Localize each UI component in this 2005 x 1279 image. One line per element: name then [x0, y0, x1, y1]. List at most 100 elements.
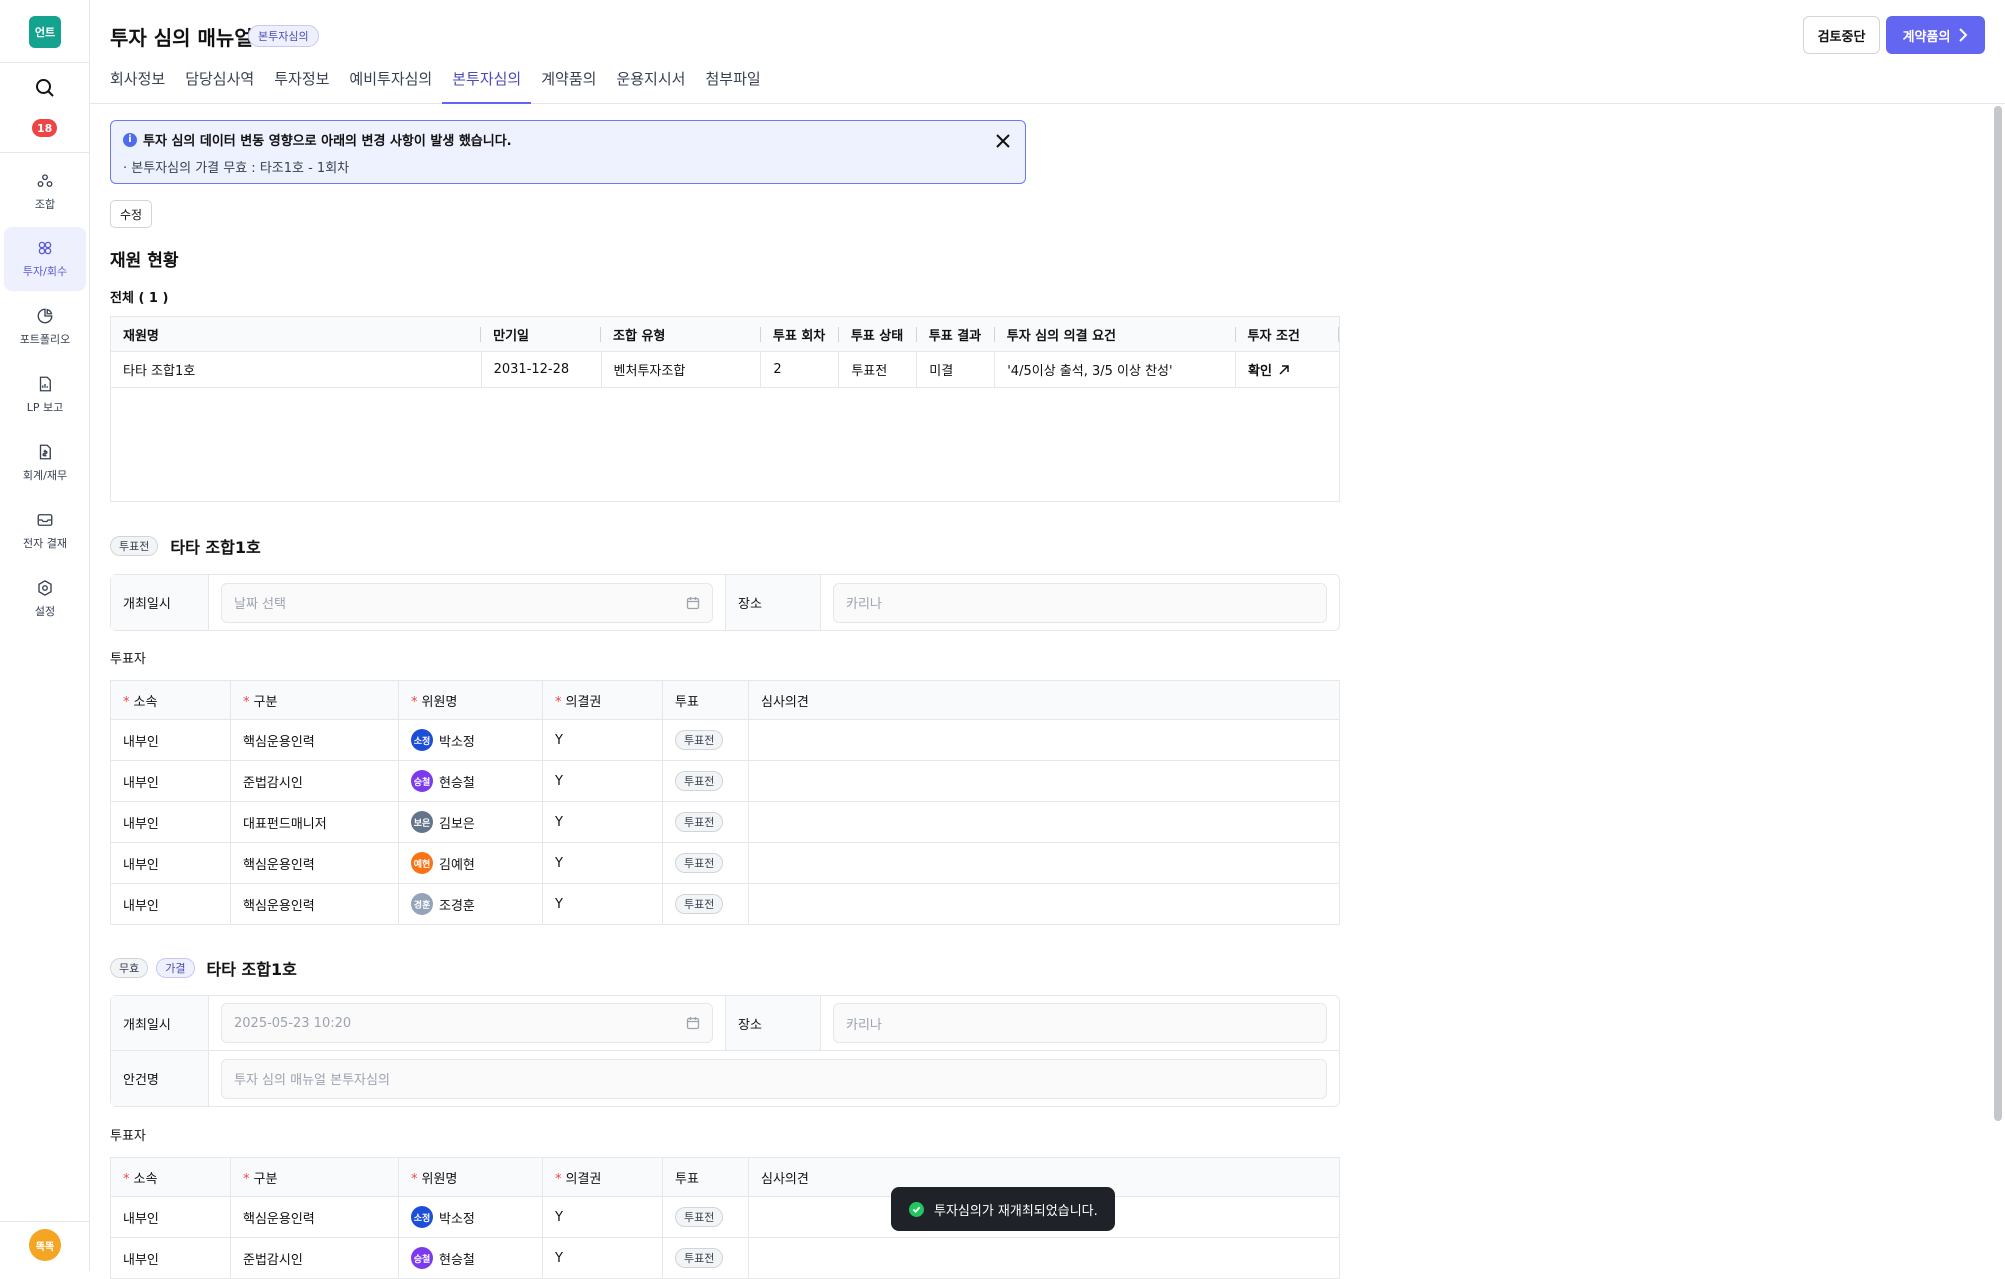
column-header: * 소속 [110, 680, 231, 720]
place-input[interactable]: 카리나 [833, 1003, 1327, 1043]
review-opinion-cell[interactable] [748, 719, 1340, 761]
company-logo[interactable]: 언트 [29, 16, 61, 48]
stop-review-button[interactable]: 검토중단 [1803, 16, 1880, 54]
vertical-scrollbar[interactable] [1994, 106, 2002, 1121]
sidebar-item-fund[interactable]: 조합 [4, 160, 86, 224]
table-cell: 준법감시인 [230, 1237, 399, 1279]
approval-icon [37, 514, 53, 526]
approved-tag: 가결 [156, 958, 195, 978]
table-row[interactable]: 타타 조합1호 2031-12-28 벤처투자조합 2 투표전 미결 '4/5이… [110, 351, 1340, 388]
user-avatar[interactable]: 똑똑 [29, 1229, 61, 1261]
table-row[interactable]: 내부인 핵심운용인력 소정 박소정 Y 투표전 [110, 719, 1340, 761]
place-input[interactable]: 카리나 [833, 582, 1327, 623]
table-cell: 핵심운용인력 [230, 719, 399, 761]
tab-reviewer[interactable]: 담당심사역 [175, 66, 264, 104]
table-row[interactable]: 내부인 준법감시인 승철 현승철 Y 투표전 [110, 760, 1340, 802]
fund-icon [37, 174, 53, 187]
review-opinion-cell[interactable] [748, 1237, 1340, 1279]
avatar: 승철 [411, 1247, 433, 1269]
toast-message: 투자심의가 재개최되었습니다. [891, 1187, 1115, 1231]
change-notice: i 투자 심의 데이터 변동 영향으로 아래의 변경 사항이 발생 했습니다. … [110, 120, 1026, 184]
table-row[interactable]: 내부인 핵심운용인력 경훈 조경훈 Y 투표전 [110, 883, 1340, 925]
table-row[interactable]: 내부인 대표펀드매니저 보은 김보은 Y 투표전 [110, 801, 1340, 843]
table-cell: 소정 박소정 [398, 719, 543, 761]
sidebar-item-portfolio[interactable]: 포트폴리오 [4, 295, 86, 359]
member-name: 현승철 [439, 1252, 475, 1268]
column-header: * 의결권 [542, 1157, 663, 1197]
column-header: 투자 심의 의결 요건 [994, 316, 1236, 352]
edit-button[interactable]: 수정 [110, 200, 152, 228]
table-row[interactable]: 내부인 핵심운용인력 예현 김예현 Y 투표전 [110, 842, 1340, 884]
date-picker[interactable]: 날짜 선택 [221, 582, 713, 623]
column-header: * 소속 [110, 1157, 231, 1197]
tab-operation-order[interactable]: 운용지시서 [606, 66, 695, 104]
avatar: 보은 [411, 811, 433, 833]
sidebar: 언트 18 조합 투자/회수 포트폴리오 LP 보고 회계/재무 전자 결재 설… [0, 0, 90, 1271]
review-opinion-cell[interactable] [748, 760, 1340, 802]
tab-attachments[interactable]: 첨부파일 [695, 66, 770, 104]
vote-status-tag: 투표전 [110, 536, 159, 556]
sidebar-item-investment[interactable]: 투자/회수 [4, 227, 86, 291]
info-icon: i [123, 132, 137, 147]
meeting-form: 개최일시 날짜 선택 장소 카리나 [110, 574, 1340, 631]
review-opinion-cell[interactable] [748, 883, 1340, 925]
sidebar-divider [0, 152, 90, 153]
agenda-input[interactable]: 투자 심의 매뉴얼 본투자심의 [221, 1058, 1327, 1099]
notice-title: 투자 심의 데이터 변동 영향으로 아래의 변경 사항이 발생 했습니다. [143, 134, 512, 149]
sidebar-item-approval[interactable]: 전자 결재 [4, 499, 86, 563]
review-opinion-cell[interactable] [748, 842, 1340, 884]
sidebar-item-label: 설정 [34, 605, 56, 618]
confirm-link[interactable]: 확인 [1248, 360, 1327, 379]
search-icon[interactable] [33, 76, 57, 100]
column-header: 투표 상태 [838, 316, 917, 352]
avatar: 소정 [411, 729, 433, 751]
meeting-form: 개최일시 2025-05-23 10:20 장소 카리나 안건명 투자 심의 매… [110, 995, 1340, 1107]
avatar: 예현 [411, 852, 433, 874]
vote-status-tag: 투표전 [675, 894, 724, 914]
column-header: * 구분 [230, 1157, 399, 1197]
tab-investment-info[interactable]: 투자정보 [264, 66, 339, 104]
tab-main-review[interactable]: 본투자심의 [442, 66, 532, 104]
fund-table: 재원명 만기일 조합 유형 투표 회차 투표 상태 투표 결과 투자 심의 의결… [110, 316, 1340, 502]
table-cell: Y [542, 1196, 663, 1238]
sidebar-divider [0, 62, 90, 63]
table-cell: 보은 김보은 [398, 801, 543, 843]
fund-status-title: 재원 현황 [110, 251, 179, 271]
member-name: 박소정 [439, 1211, 475, 1227]
column-header: * 위원명 [398, 1157, 543, 1197]
vote-status-tag: 투표전 [675, 771, 724, 791]
review-opinion-cell[interactable] [748, 801, 1340, 843]
tab-contract-approval[interactable]: 계약품의 [531, 66, 606, 104]
table-cell: 투표전 [838, 351, 918, 388]
accounting-icon [39, 444, 51, 460]
place-label: 장소 [725, 575, 821, 630]
sidebar-item-label: 회계/재무 [22, 469, 68, 482]
date-value: 2025-05-23 10:20 [234, 1015, 352, 1031]
table-cell: Y [542, 801, 663, 843]
notification-badge[interactable]: 18 [32, 119, 58, 137]
voters-label: 투표자 [110, 652, 146, 667]
table-row[interactable]: 내부인 준법감시인 승철 현승철 Y 투표전 [110, 1237, 1340, 1279]
close-icon[interactable] [993, 131, 1013, 151]
table-row[interactable]: 내부인 핵심운용인력 소정 박소정 Y 투표전 [110, 1196, 1340, 1238]
sidebar-item-settings[interactable]: 설정 [4, 567, 86, 631]
sidebar-item-lp-report[interactable]: LP 보고 [4, 363, 86, 427]
column-header: 투자 조건 [1235, 316, 1340, 352]
table-cell: 내부인 [110, 1237, 231, 1279]
table-cell: 내부인 [110, 883, 231, 925]
place-label: 장소 [725, 996, 821, 1050]
meeting-fund-name: 타타 조합1호 [170, 538, 261, 557]
vote-status-tag: 투표전 [675, 853, 724, 873]
contract-approval-button[interactable]: 계약품의 [1886, 16, 1985, 54]
table-cell: 타타 조합1호 [110, 351, 482, 388]
table-cell: 2 [760, 351, 840, 388]
confirm-link-label: 확인 [1248, 364, 1272, 379]
table-cell: Y [542, 842, 663, 884]
table-cell: Y [542, 760, 663, 802]
table-cell: 승철 현승철 [398, 1237, 543, 1279]
date-picker[interactable]: 2025-05-23 10:20 [221, 1003, 713, 1043]
sidebar-item-accounting[interactable]: 회계/재무 [4, 431, 86, 495]
tab-preliminary-review[interactable]: 예비투자심의 [339, 66, 442, 104]
vote-status-tag: 투표전 [675, 1248, 724, 1268]
tab-company-info[interactable]: 회사정보 [110, 66, 175, 104]
